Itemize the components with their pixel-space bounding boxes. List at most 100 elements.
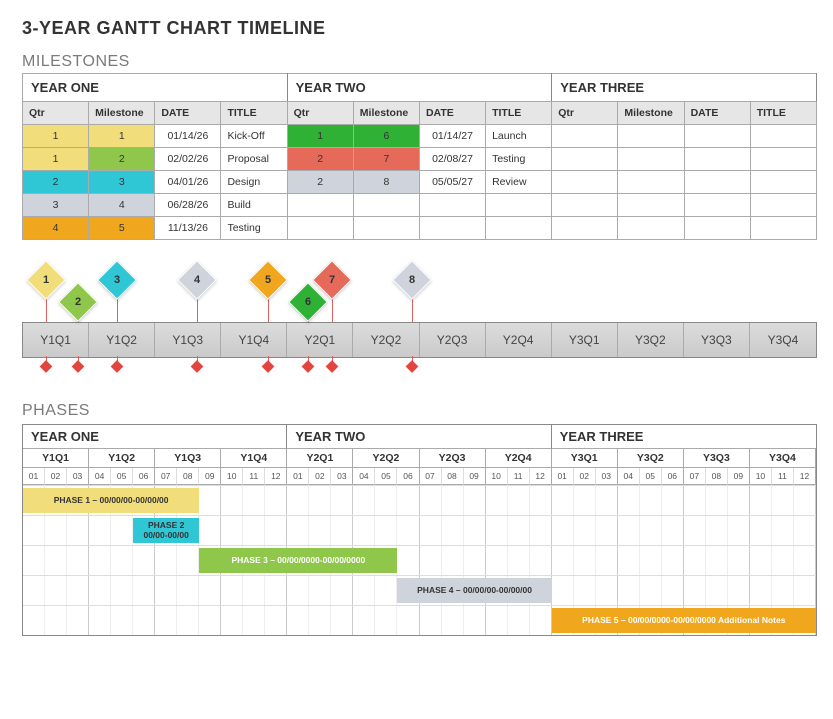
timeline: 12345678 Y1Q1Y1Q2Y1Q3Y1Q4Y2Q1Y2Q2Y2Q3Y2Q… [22,262,817,388]
phase-month-head: 09 [728,468,750,485]
phase-month-head: 08 [177,468,199,485]
section-phases: PHASES [22,402,815,420]
timeline-quarter: Y2Q3 [420,323,486,357]
section-milestones: MILESTONES [22,53,815,71]
phase-month-head: 10 [221,468,243,485]
timeline-quarter: Y1Q2 [89,323,155,357]
milestone-diamond: 4 [177,260,217,300]
timeline-tick [302,360,315,373]
phase-row: PHASE 4 – 00/00/00-00/00/00 [23,575,816,605]
phase-qtr-head: Y1Q2 [89,449,155,468]
phase-qtr-head: Y3Q3 [684,449,750,468]
col-title: TITLE [221,102,287,125]
phase-year-head: YEAR ONE [23,425,287,449]
table-row: 3406/28/26Build [23,194,817,217]
phase-month-head: 11 [772,468,794,485]
phases-table: YEAR ONEYEAR TWOYEAR THREE Y1Q1Y1Q2Y1Q3Y… [22,424,817,636]
timeline-quarter: Y1Q4 [221,323,287,357]
phase-month-head: 02 [45,468,67,485]
phase-row: PHASE 5 – 00/00/0000-00/00/0000 Addition… [23,605,816,635]
year-two-head: YEAR TWO [287,74,552,102]
milestone-diamond: 3 [98,260,138,300]
phase-month-head: 03 [331,468,353,485]
phase-month-head: 10 [486,468,508,485]
timeline-tick [39,360,52,373]
phase-month-head: 07 [684,468,706,485]
milestone-diamond: 1 [26,260,66,300]
table-row: 1202/02/26Proposal2702/08/27Testing [23,148,817,171]
timeline-quarter: Y1Q3 [155,323,221,357]
table-row: 4511/13/26Testing [23,217,817,240]
phase-month-head: 11 [243,468,265,485]
phase-bar: PHASE 3 – 00/00/0000-00/00/0000 [199,548,397,573]
phase-qtr-head: Y1Q4 [221,449,287,468]
phase-month-head: 09 [199,468,221,485]
timeline-quarter: Y2Q1 [287,323,353,357]
milestone-diamond: 8 [392,260,432,300]
phase-month-head: 01 [23,468,45,485]
col-title: TITLE [486,102,552,125]
phase-month-head: 05 [111,468,133,485]
phase-month-head: 02 [309,468,331,485]
phase-month-head: 02 [574,468,596,485]
phase-bar: PHASE 5 – 00/00/0000-00/00/0000 Addition… [552,608,816,633]
col-qtr: Qtr [552,102,618,125]
phase-month-head: 04 [353,468,375,485]
phase-qtr-head: Y2Q4 [486,449,552,468]
timeline-tick [71,360,84,373]
phase-month-head: 04 [89,468,111,485]
phase-month-head: 01 [552,468,574,485]
col-date: DATE [419,102,485,125]
phase-month-head: 10 [750,468,772,485]
timeline-tick [326,360,339,373]
col-qtr: Qtr [287,102,353,125]
page-title: 3-YEAR GANTT CHART TIMELINE [22,18,815,39]
phase-month-head: 11 [508,468,530,485]
timeline-quarter: Y3Q4 [750,323,816,357]
timeline-quarter: Y2Q2 [353,323,419,357]
timeline-tick [111,360,124,373]
phase-month-head: 08 [442,468,464,485]
phase-bar: PHASE 2 00/00-00/00 [133,518,199,543]
col-milestone: Milestone [89,102,155,125]
phase-month-head: 12 [794,468,816,485]
timeline-tick [405,360,418,373]
phase-month-head: 06 [662,468,684,485]
phase-qtr-head: Y2Q1 [287,449,353,468]
phase-row: PHASE 1 – 00/00/00-00/00/00 [23,485,816,515]
phase-month-head: 06 [397,468,419,485]
phase-month-head: 05 [640,468,662,485]
phase-month-head: 12 [265,468,287,485]
phase-qtr-head: Y2Q2 [353,449,419,468]
milestone-diamond: 2 [58,282,98,322]
phase-month-head: 01 [287,468,309,485]
phase-qtr-head: Y3Q2 [618,449,684,468]
timeline-quarter: Y3Q2 [618,323,684,357]
timeline-quarter: Y1Q1 [23,323,89,357]
phase-month-head: 05 [375,468,397,485]
phase-qtr-head: Y3Q4 [750,449,816,468]
col-title: TITLE [750,102,816,125]
phase-month-head: 08 [706,468,728,485]
col-milestone: Milestone [618,102,684,125]
phase-row: PHASE 3 – 00/00/0000-00/00/0000 [23,545,816,575]
phase-month-head: 07 [420,468,442,485]
timeline-quarter: Y3Q3 [684,323,750,357]
timeline-quarter: Y3Q1 [552,323,618,357]
timeline-tick [262,360,275,373]
col-date: DATE [684,102,750,125]
phase-bar: PHASE 4 – 00/00/00-00/00/00 [397,578,551,603]
col-milestone: Milestone [353,102,419,125]
phase-qtr-head: Y2Q3 [420,449,486,468]
phase-year-head: YEAR THREE [552,425,816,449]
phase-bar: PHASE 1 – 00/00/00-00/00/00 [23,488,199,513]
phase-month-head: 06 [133,468,155,485]
table-row: 2304/01/26Design2805/05/27Review [23,171,817,194]
phase-month-head: 03 [596,468,618,485]
phase-year-head: YEAR TWO [287,425,551,449]
phase-qtr-head: Y1Q1 [23,449,89,468]
col-date: DATE [155,102,221,125]
timeline-quarter: Y2Q4 [486,323,552,357]
phase-qtr-head: Y3Q1 [552,449,618,468]
phase-month-head: 04 [618,468,640,485]
